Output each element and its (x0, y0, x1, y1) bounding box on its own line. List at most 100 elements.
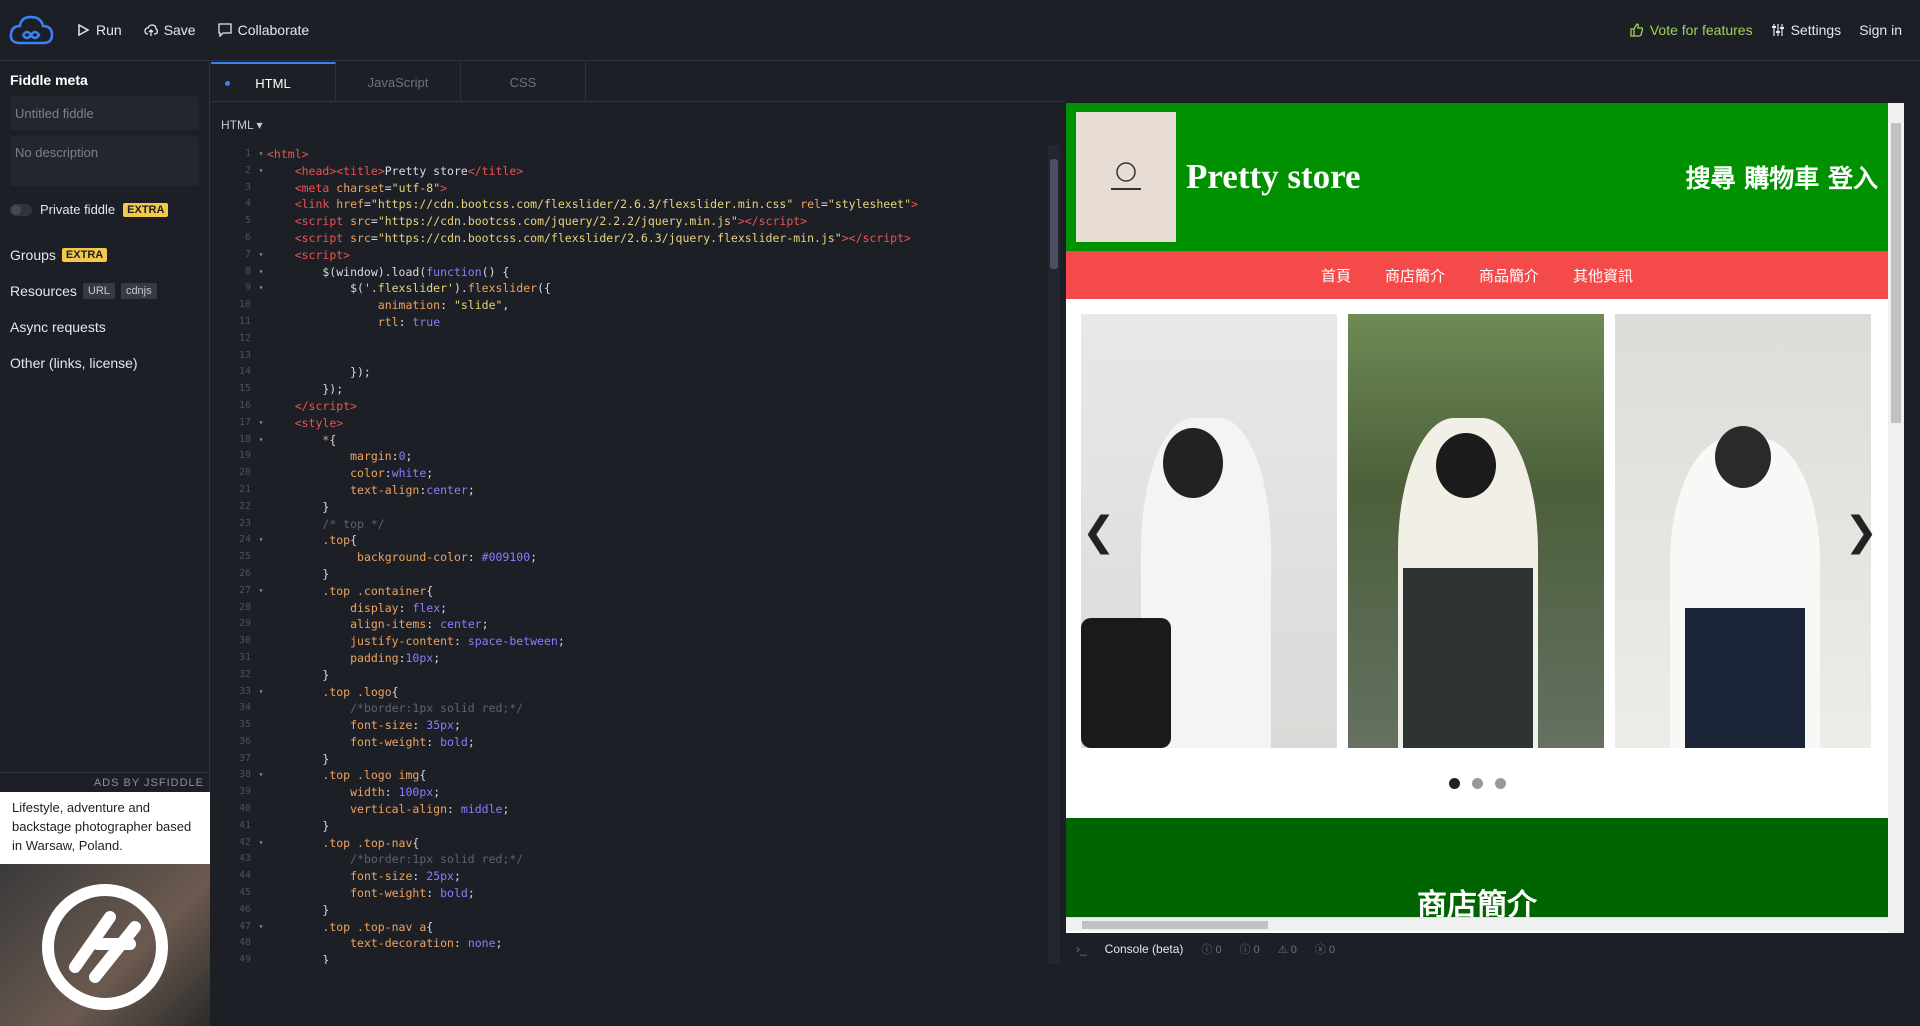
code-line: 17 ▾ <style> (238, 415, 344, 430)
fiddle-title-input[interactable]: Untitled fiddle (10, 96, 199, 130)
slider-dot[interactable] (1471, 778, 1483, 789)
code-line: 32 } (238, 667, 330, 682)
preview-h-scrollbar[interactable] (1066, 917, 1888, 931)
top-bar: Run Save Collaborate Vote for features S… (0, 0, 1920, 61)
slider-dot[interactable] (1448, 778, 1460, 789)
nav-home[interactable]: 首頁 (1321, 265, 1351, 286)
run-label: Run (96, 22, 122, 38)
jsfiddle-logo-icon[interactable] (8, 12, 56, 48)
cdnjs-tag[interactable]: cdnjs (120, 283, 157, 299)
code-line: 6 <script src="https://cdn.bootcss.com/f… (244, 230, 911, 245)
slider-dot[interactable] (1494, 778, 1506, 789)
console-bar[interactable]: ›_ Console (beta) ⓘ 0 ⓘ 0 ⚠ 0 ⓧ 0 (1066, 934, 1920, 964)
sliders-icon (1771, 24, 1784, 36)
tab-css-label: CSS (509, 74, 537, 90)
private-fiddle-toggle[interactable] (10, 203, 32, 216)
tab-css[interactable]: CSS (461, 62, 586, 102)
sidebar-item-groups[interactable]: Groups EXTRA (10, 237, 199, 273)
sidebar-item-async-requests[interactable]: Async requests (10, 309, 199, 345)
ad-text[interactable]: Lifestyle, adventure and backstage photo… (0, 792, 210, 864)
tab-html[interactable]: HTML (211, 62, 336, 102)
code-line: 8 ▾ $(window).load(function() { (244, 264, 510, 279)
code-line: 24 ▾ .top{ (238, 533, 358, 548)
code-line: 18 ▾ *{ (238, 432, 337, 447)
code-line: 19 margin:0; (238, 449, 413, 464)
preview-header: Pretty store 搜尋 購物車 登入 (1066, 103, 1888, 251)
code-line: 3 <meta charset="utf-8"> (244, 180, 448, 195)
code-editor[interactable]: 1 ▾ <html> 2 ▾ <head><title>Pretty store</t… (211, 146, 1056, 964)
result-preview[interactable]: Pretty store 搜尋 購物車 登入 首頁 商店簡介 商品簡介 其他資訊 (1066, 103, 1888, 933)
chat-bubble-icon (217, 23, 232, 37)
collaborate-button[interactable]: Collaborate (217, 22, 309, 38)
code-line: 36 font-weight: bold; (238, 734, 475, 749)
store-title: Pretty store (1186, 157, 1361, 196)
slides (1081, 314, 1873, 748)
settings-button[interactable]: Settings (1771, 22, 1842, 38)
groups-label: Groups (10, 247, 56, 263)
sign-in-link[interactable]: Sign in (1859, 22, 1902, 38)
code-line: 11 rtl: true (238, 314, 441, 329)
code-line: 47 ▾ .top .top-nav a{ (238, 919, 434, 934)
nav-other-info[interactable]: 其他資訊 (1573, 265, 1633, 286)
editor-scrollbar-thumb[interactable] (1050, 159, 1058, 269)
code-line: 30 justify-content: space-between; (238, 634, 565, 649)
top-bar-right: Vote for features Settings Sign in (1630, 22, 1920, 38)
sidebar-item-other[interactable]: Other (links, license) (10, 345, 199, 381)
thumbs-up-icon (1630, 23, 1644, 37)
fiddle-meta-title: Fiddle meta (10, 72, 88, 88)
code-line: 43 /*border:1px solid red;*/ (238, 852, 524, 867)
slider-prev-icon[interactable]: ❮ (1082, 509, 1116, 555)
sidebar: Fiddle meta Untitled fiddle No descripti… (0, 62, 210, 1026)
code-line: 5 <script src="https://cdn.bootcss.com/j… (244, 214, 808, 229)
run-button[interactable]: Run (76, 22, 122, 38)
sign-in-label: Sign in (1859, 22, 1902, 38)
console-warn-count: ⚠ 0 (1277, 943, 1297, 956)
tab-javascript[interactable]: JavaScript (336, 62, 461, 102)
slider-next-icon[interactable]: ❯ (1844, 509, 1878, 555)
tab-js-label: JavaScript (367, 74, 429, 90)
code-line: 31 padding:10px; (238, 650, 441, 665)
code-line: 34 /*border:1px solid red;*/ (238, 701, 524, 716)
private-fiddle-row: Private fiddle EXTRA (10, 202, 199, 217)
code-line: 49 } (238, 953, 330, 964)
code-line: 25 background-color: #009100; (238, 550, 538, 565)
code-line: 7 ▾ <script> (244, 247, 351, 262)
ad-image[interactable] (0, 864, 210, 1026)
preview-h-scrollbar-thumb[interactable] (1082, 921, 1268, 929)
url-tag[interactable]: URL (82, 283, 115, 299)
code-line: 29 align-items: center; (238, 617, 489, 632)
preview-v-scrollbar[interactable] (1888, 103, 1904, 933)
other-label: Other (links, license) (10, 355, 138, 371)
terminal-icon: ›_ (1076, 942, 1087, 956)
code-line: 27 ▾ .top .container{ (238, 583, 434, 598)
code-line: 37 } (238, 751, 330, 766)
html-editor-panel: HTML JavaScript CSS HTML ▾ 1 ▾ <html> 2 ▾ <… (211, 62, 1065, 964)
settings-label: Settings (1790, 22, 1842, 38)
code-line: 21 text-align:center; (238, 482, 475, 497)
vote-for-features-link[interactable]: Vote for features (1630, 22, 1753, 38)
nav-product-intro[interactable]: 商品簡介 (1479, 265, 1539, 286)
extra-badge: EXTRA (61, 248, 108, 262)
fiddle-description-input[interactable]: No description (10, 136, 199, 186)
slide-image (1081, 314, 1337, 748)
code-line: 15 }); (238, 382, 344, 397)
code-line: 44 font-size: 25px; (238, 869, 461, 884)
ads-label: ADS BY JSFIDDLE (0, 772, 210, 789)
code-line: 23 /* top */ (238, 516, 385, 531)
store-top-nav[interactable]: 搜尋 購物車 登入 (1686, 159, 1878, 195)
slide-image (1348, 314, 1604, 748)
code-line: 48 text-decoration: none; (238, 936, 503, 951)
editor-scrollbar[interactable] (1048, 145, 1060, 964)
code-line: 10 animation: "slide", (238, 298, 510, 313)
code-line: 38 ▾ .top .logo img{ (238, 768, 427, 783)
preview-v-scrollbar-thumb[interactable] (1891, 123, 1901, 423)
code-line: 33 ▾ .top .logo{ (238, 684, 399, 699)
sidebar-item-resources[interactable]: Resources URL cdnjs (10, 273, 199, 309)
console-info-count: ⓘ 0 (1201, 944, 1222, 956)
nav-store-intro[interactable]: 商店簡介 (1385, 265, 1445, 286)
code-line: 1 ▾ <html> (244, 147, 309, 161)
code-line: 42 ▾ .top .top-nav{ (238, 835, 420, 850)
save-button[interactable]: Save (144, 22, 196, 38)
language-select[interactable]: HTML ▾ (221, 118, 1055, 132)
code-line: 45 font-weight: bold; (238, 886, 475, 901)
